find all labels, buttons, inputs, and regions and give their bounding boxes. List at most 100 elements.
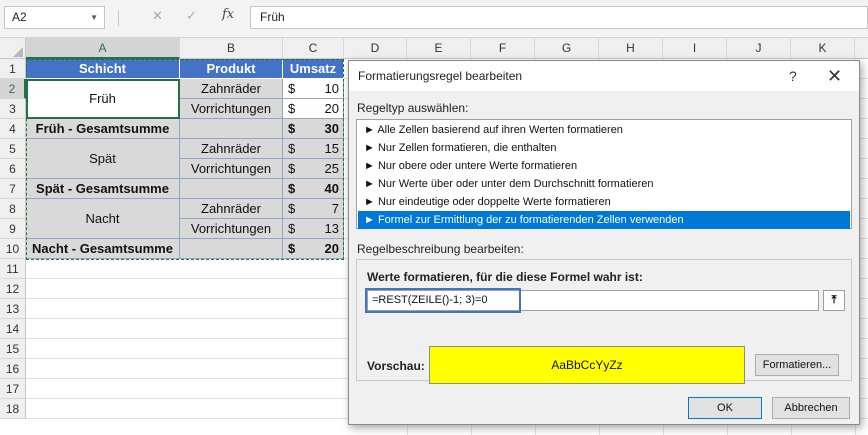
row-header-12[interactable]: 12 [0, 279, 26, 299]
row-header-4[interactable]: 4 [0, 119, 26, 139]
formula-input-field[interactable]: =REST(ZEILE()-1; 3)=0 [367, 290, 819, 311]
amount-value: 10 [324, 81, 339, 96]
currency-symbol: $ [288, 241, 296, 256]
cell-shift-frueh[interactable]: Früh [26, 79, 180, 119]
cell-amount[interactable]: $13 [283, 219, 344, 239]
row-header-11[interactable]: 11 [0, 259, 26, 279]
cell-subtotal-amount[interactable]: $30 [283, 119, 344, 139]
column-header-i[interactable]: I [663, 38, 727, 59]
rule-description-panel: Werte formatieren, für die diese Formel … [356, 259, 852, 384]
cell-shift-nacht[interactable]: Nacht [26, 199, 180, 239]
enter-icon[interactable]: ✓ [186, 8, 197, 24]
select-all-corner[interactable] [0, 38, 26, 59]
cell-amount[interactable]: $20 [283, 99, 344, 119]
edit-formatting-rule-dialog: Formatierungsregel bearbeiten ? ✕ Regelt… [348, 60, 860, 425]
cell-subtotal-amount[interactable]: $40 [283, 179, 344, 199]
dialog-title: Formatierungsregel bearbeiten [349, 61, 859, 91]
row-header-15[interactable]: 15 [0, 339, 26, 359]
formula-input[interactable]: Früh [250, 6, 868, 29]
cell-shift-spaet[interactable]: Spät [26, 139, 180, 179]
column-header-b[interactable]: B [180, 38, 283, 59]
currency-symbol: $ [288, 101, 296, 116]
collapse-dialog-icon[interactable]: ⤒ [823, 290, 845, 311]
column-header-f[interactable]: F [471, 38, 535, 59]
formula-label: Werte formatieren, für die diese Formel … [367, 270, 643, 284]
rule-type-item[interactable]: ► Nur obere oder untere Werte formatiere… [358, 157, 850, 175]
cell-amount[interactable]: $25 [283, 159, 344, 179]
insert-function-icon[interactable]: fx [222, 7, 234, 22]
row-header-7[interactable]: 7 [0, 179, 26, 199]
amount-value: 40 [324, 181, 339, 196]
name-box[interactable]: A2 ▼ [4, 6, 105, 29]
cell-empty[interactable] [180, 179, 283, 199]
currency-symbol: $ [288, 141, 296, 156]
amount-value: 20 [324, 241, 339, 256]
row-header-14[interactable]: 14 [0, 319, 26, 339]
formula-bar-divider [118, 10, 119, 26]
formula-bar: A2 ▼ ✕ ✓ fx Früh [0, 0, 868, 38]
column-header-c[interactable]: C [283, 38, 344, 59]
row-header-2[interactable]: 2 [0, 79, 26, 99]
row-header-3[interactable]: 3 [0, 99, 26, 119]
currency-symbol: $ [288, 181, 296, 196]
row-header-13[interactable]: 13 [0, 299, 26, 319]
row-header-16[interactable]: 16 [0, 359, 26, 379]
row-header-5[interactable]: 5 [0, 139, 26, 159]
currency-symbol: $ [288, 121, 296, 136]
cell-subtotal-label[interactable]: Spät - Gesamtsumme [26, 179, 180, 199]
row-header-8[interactable]: 8 [0, 199, 26, 219]
chevron-down-icon[interactable]: ▼ [90, 7, 98, 28]
cell-amount[interactable]: $10 [283, 79, 344, 99]
preview-label: Vorschau: [367, 359, 425, 373]
cell-amount[interactable]: $7 [283, 199, 344, 219]
column-header-k[interactable]: K [791, 38, 855, 59]
table-header-produkt[interactable]: Produkt [180, 59, 283, 79]
cell-product[interactable]: Vorrichtungen [180, 99, 283, 119]
cell-subtotal-amount[interactable]: $20 [283, 239, 344, 259]
column-header-a[interactable]: A [26, 38, 180, 59]
row-header-18[interactable]: 18 [0, 399, 26, 419]
amount-value: 25 [324, 161, 339, 176]
column-header-d[interactable]: D [344, 38, 407, 59]
format-button[interactable]: Formatieren... [755, 354, 839, 376]
cell-empty[interactable] [180, 119, 283, 139]
row-header-9[interactable]: 9 [0, 219, 26, 239]
currency-symbol: $ [288, 81, 296, 96]
cell-subtotal-label[interactable]: Nacht - Gesamtsumme [26, 239, 180, 259]
cancel-icon[interactable]: ✕ [152, 8, 163, 24]
help-icon[interactable]: ? [789, 61, 797, 91]
row-header-6[interactable]: 6 [0, 159, 26, 179]
cell-product[interactable]: Vorrichtungen [180, 219, 283, 239]
row-header-17[interactable]: 17 [0, 379, 26, 399]
ok-button[interactable]: OK [688, 397, 762, 419]
cell-amount[interactable]: $15 [283, 139, 344, 159]
table-header-schicht[interactable]: Schicht [26, 59, 180, 79]
rule-type-list[interactable]: ► Alle Zellen basierend auf ihren Werten… [356, 119, 852, 229]
table-header-umsatz[interactable]: Umsatz [283, 59, 344, 79]
column-header-g[interactable]: G [535, 38, 599, 59]
cell-subtotal-label[interactable]: Früh - Gesamtsumme [26, 119, 180, 139]
column-header-h[interactable]: H [599, 38, 663, 59]
column-header-j[interactable]: J [727, 38, 791, 59]
cell-product[interactable]: Vorrichtungen [180, 159, 283, 179]
format-preview: AaBbCcYyZz [429, 346, 745, 384]
rule-type-item[interactable]: ► Alle Zellen basierend auf ihren Werten… [358, 121, 850, 139]
cell-product[interactable]: Zahnräder [180, 199, 283, 219]
cancel-button[interactable]: Abbrechen [772, 397, 850, 419]
cell-product[interactable]: Zahnräder [180, 79, 283, 99]
amount-value: 13 [324, 221, 339, 236]
currency-symbol: $ [288, 201, 296, 216]
row-header-10[interactable]: 10 [0, 239, 26, 259]
cell-empty[interactable] [180, 239, 283, 259]
rule-type-item-selected[interactable]: ► Formel zur Ermittlung der zu formatier… [358, 211, 850, 229]
rule-type-item[interactable]: ► Nur eindeutige oder doppelte Werte for… [358, 193, 850, 211]
rule-type-item[interactable]: ► Nur Werte über oder unter dem Durchsch… [358, 175, 850, 193]
column-headers: A B C D E F G H I J K [0, 38, 868, 59]
column-header-e[interactable]: E [407, 38, 471, 59]
currency-symbol: $ [288, 161, 296, 176]
close-icon[interactable]: ✕ [827, 61, 842, 91]
cell-product[interactable]: Zahnräder [180, 139, 283, 159]
rule-type-item[interactable]: ► Nur Zellen formatieren, die enthalten [358, 139, 850, 157]
row-header-1[interactable]: 1 [0, 59, 26, 79]
amount-value: 30 [324, 121, 339, 136]
